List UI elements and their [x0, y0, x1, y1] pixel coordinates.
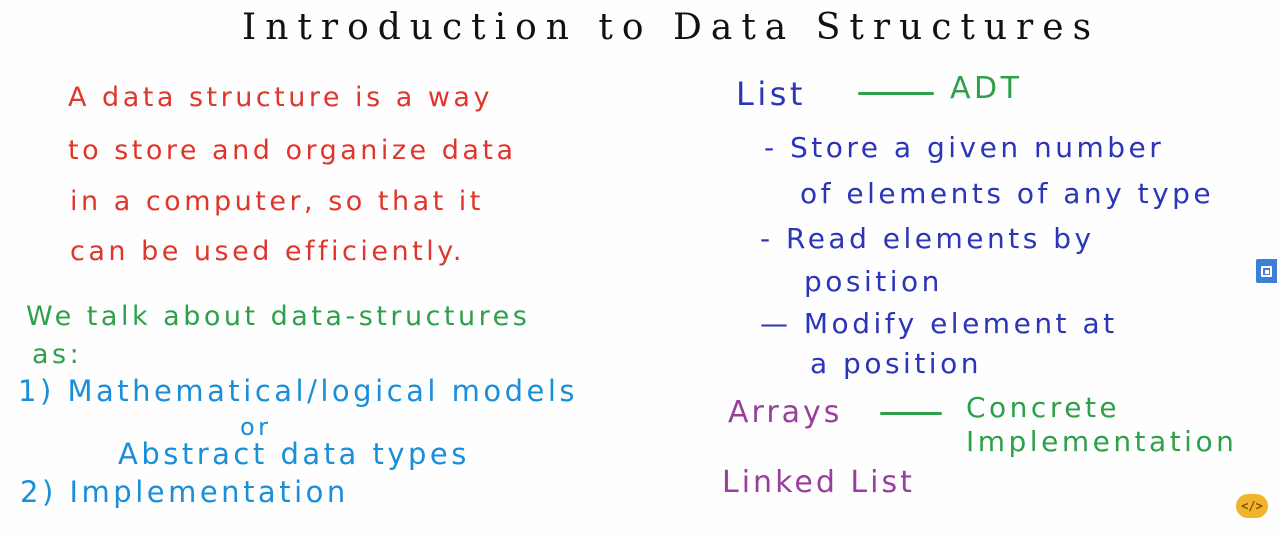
definition-line-3: in a computer, so that it: [70, 186, 484, 217]
side-panel-button[interactable]: [1256, 259, 1277, 283]
implementation-label: Implementation: [966, 425, 1238, 458]
arrays-label: Arrays: [728, 395, 843, 430]
arrays-equals-mark: [880, 412, 942, 415]
list-bullet-3: — Modify element at: [760, 307, 1118, 340]
page-title: Introduction to Data Structures: [242, 7, 1101, 48]
concrete-label: Concrete: [966, 391, 1121, 424]
list-equals-mark: [858, 92, 934, 95]
adt-label: ADT: [950, 71, 1023, 106]
models-or: or: [240, 413, 272, 441]
definition-line-4: can be used efficiently.: [70, 236, 465, 267]
list-bullet-2: - Read elements by: [760, 222, 1095, 255]
list-bullet-3-cont: a position: [810, 347, 982, 380]
linked-list-label: Linked List: [722, 465, 915, 500]
models-item-1: 1) Mathematical/logical models: [18, 374, 579, 408]
talk-line-2: as:: [32, 339, 83, 370]
definition-line-2: to store and organize data: [68, 135, 517, 166]
expand-icon: [1261, 265, 1272, 277]
whiteboard: Introduction to Data Structures A data s…: [0, 0, 1277, 540]
list-label: List: [736, 75, 806, 113]
models-adt: Abstract data types: [118, 437, 470, 471]
models-item-2: 2) Implementation: [20, 475, 349, 509]
list-bullet-2-cont: position: [804, 265, 943, 298]
list-bullet-1-cont: of elements of any type: [800, 177, 1215, 210]
code-icon[interactable]: </>: [1236, 494, 1268, 518]
definition-line-1: A data structure is a way: [68, 82, 493, 113]
talk-line-1: We talk about data-structures: [26, 301, 531, 332]
list-bullet-1: - Store a given number: [764, 131, 1165, 164]
